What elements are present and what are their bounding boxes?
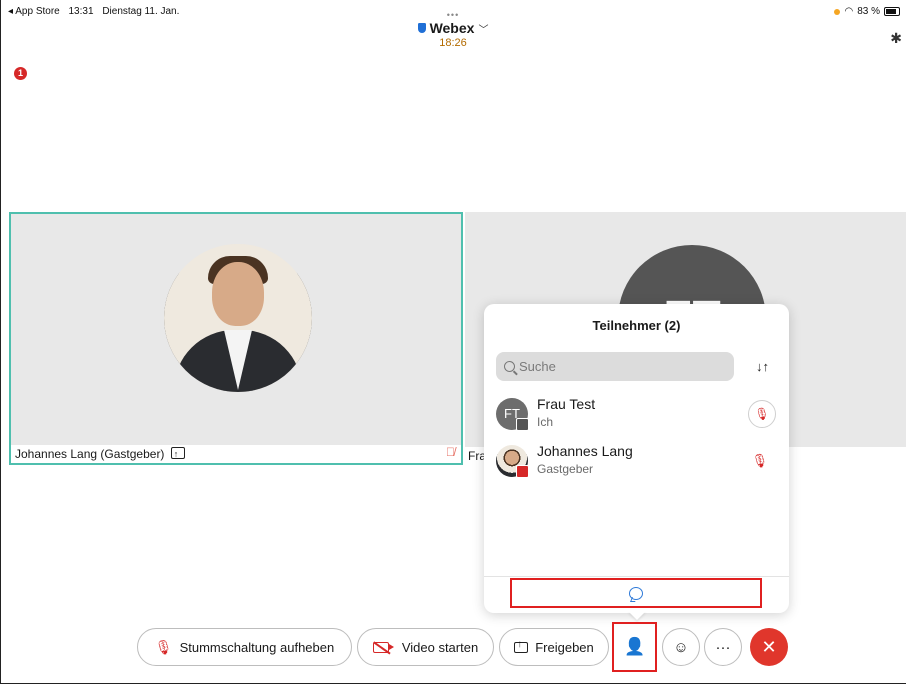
- drag-grabber[interactable]: •••: [0, 10, 906, 20]
- chevron-down-icon: ﹀: [478, 24, 489, 36]
- meeting-toolbar: 🎙 Stummschaltung aufheben Video starten …: [0, 622, 906, 672]
- participant-row[interactable]: Johannes Lang Gastgeber 🎙: [496, 441, 776, 481]
- panel-title: Teilnehmer (2): [592, 318, 681, 333]
- mic-off-icon: 🎙: [154, 638, 173, 655]
- participant-row[interactable]: FT Frau Test Ich 🎙: [496, 394, 776, 434]
- start-video-button[interactable]: Video starten: [357, 628, 494, 666]
- sharing-icon: [170, 445, 185, 463]
- participants-icon: 👤: [624, 637, 646, 656]
- app-title: Webex: [429, 20, 475, 36]
- unmute-button[interactable]: 🎙 Stummschaltung aufheben: [137, 628, 352, 666]
- participants-panel: Teilnehmer (2) Suche ↓↑ FT Frau Test Ich…: [484, 304, 789, 613]
- panel-divider: [484, 576, 789, 577]
- mic-unmute-request-icon[interactable]: 🎙: [748, 400, 776, 428]
- more-icon: ···: [715, 638, 731, 656]
- bluetooth-icon: ✱: [890, 30, 902, 46]
- participant-name: Frau Test: [537, 396, 596, 412]
- share-label: Freigeben: [535, 639, 594, 655]
- participant-role: Gastgeber: [537, 462, 594, 476]
- alert-badge[interactable]: 1: [14, 67, 27, 80]
- search-icon: [504, 361, 515, 372]
- host-badge-icon: [516, 465, 529, 478]
- reactions-icon: ☺: [673, 638, 689, 656]
- host-avatar-photo: [164, 244, 312, 392]
- participant-role: Ich: [537, 415, 554, 429]
- chat-icon: [629, 586, 643, 600]
- chat-button[interactable]: [510, 578, 762, 608]
- share-button[interactable]: Freigeben: [499, 628, 609, 666]
- unmute-label: Stummschaltung aufheben: [179, 639, 335, 655]
- end-call-icon: ✕: [761, 636, 777, 657]
- meeting-header: ••• Webex ﹀ 18:26: [0, 10, 906, 49]
- meeting-timer: 18:26: [439, 37, 467, 49]
- shield-icon: [417, 23, 426, 33]
- reactions-button[interactable]: ☺: [662, 628, 700, 666]
- device-badge-icon: [516, 418, 529, 431]
- participant-name: Johannes Lang: [537, 443, 633, 459]
- mic-muted-icon: 🎙: [751, 453, 768, 468]
- panel-pointer: [628, 611, 646, 620]
- video-tile-host[interactable]: Johannes Lang (Gastgeber) 🎙̸: [9, 212, 463, 465]
- mic-muted-icon: 🎙̸: [446, 445, 455, 459]
- camera-off-icon: [372, 641, 394, 653]
- start-video-label: Video starten: [401, 639, 479, 655]
- search-placeholder: Suche: [519, 359, 556, 374]
- participant-search-input[interactable]: Suche: [496, 352, 734, 381]
- more-button[interactable]: ···: [704, 628, 742, 666]
- host-name-label: Johannes Lang (Gastgeber): [15, 447, 165, 461]
- share-icon: [514, 639, 529, 653]
- participants-button[interactable]: 👤: [616, 628, 654, 666]
- app-title-row[interactable]: Webex ﹀: [0, 20, 906, 36]
- host-tile-label: Johannes Lang (Gastgeber) 🎙̸: [11, 445, 461, 463]
- sort-icon[interactable]: ↓↑: [756, 359, 769, 374]
- end-call-button[interactable]: ✕: [750, 628, 788, 666]
